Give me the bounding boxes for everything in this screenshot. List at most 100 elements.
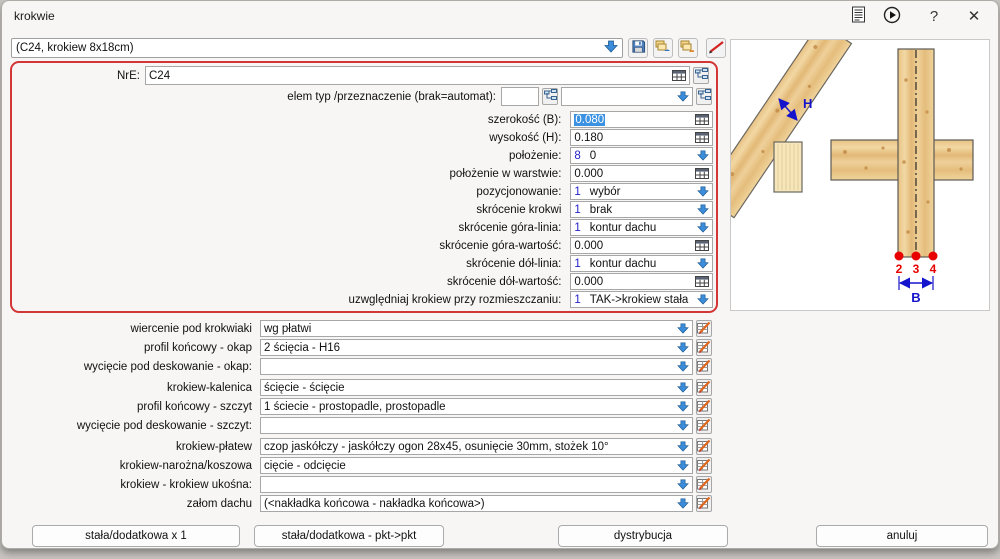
kalenica-combo[interactable]: ścięcie - ścięcie: [260, 379, 693, 396]
wyciecie-okap-combo[interactable]: [260, 358, 693, 375]
row-wyciecie-okap: wycięcie pod deskowanie - okap:: [10, 358, 716, 375]
uzwgledniaj-value: TAK->krokiew stała: [590, 294, 689, 306]
store-preset-button[interactable]: [678, 38, 698, 58]
close-button[interactable]: ✕: [962, 5, 986, 27]
calculator-icon[interactable]: [695, 276, 709, 287]
dropdown-arrow-icon[interactable]: [697, 222, 709, 233]
field-label: profil końcowy - okap: [10, 342, 257, 354]
skrocenie-gora-linia-combo[interactable]: 1 kontur dachu: [570, 219, 713, 236]
edit-grid-icon: [697, 321, 711, 337]
calculator-icon[interactable]: [695, 240, 709, 251]
fixed-additional-pkt-button[interactable]: stała/dodatkowa - pkt->pkt: [254, 525, 444, 547]
wiercenie-edit-button[interactable]: [696, 320, 712, 337]
row-wysokosc: wysokość (H): 0.180: [15, 129, 713, 146]
narozna-edit-button[interactable]: [696, 457, 712, 474]
wysokosc-input[interactable]: 0.180: [570, 129, 713, 146]
b-label: B: [911, 290, 920, 305]
dropdown-arrow-icon[interactable]: [604, 40, 618, 56]
ukosna-combo[interactable]: [260, 476, 693, 493]
dropdown-arrow-icon[interactable]: [677, 441, 689, 452]
dropdown-arrow-icon[interactable]: [697, 294, 709, 305]
skrocenie-krokwi-value: brak: [590, 204, 612, 216]
skrocenie-dol-wartosc-value: 0.000: [574, 276, 603, 288]
platew-edit-button[interactable]: [696, 438, 712, 455]
profil-okap-value: 2 ścięcia - H16: [264, 342, 340, 354]
profil-szczyt-edit-button[interactable]: [696, 398, 712, 415]
polozenie-combo[interactable]: 8 0: [570, 147, 713, 164]
profil-szczyt-combo[interactable]: 1 ściecie - prostopadle, prostopadle: [260, 398, 693, 415]
dropdown-arrow-icon[interactable]: [697, 204, 709, 215]
load-preset-button[interactable]: [653, 38, 673, 58]
rafter-parameters-box: NrE: C24 elem typ /przeznaczenie (brak=a…: [10, 61, 718, 313]
ukosna-edit-button[interactable]: [696, 476, 712, 493]
profil-okap-edit-button[interactable]: [696, 339, 712, 356]
save-icon: [631, 39, 646, 57]
nre-label: NrE:: [15, 70, 145, 82]
dropdown-arrow-icon[interactable]: [677, 401, 689, 412]
titlebar: krokwie ? ✕: [2, 1, 998, 31]
calculator-icon[interactable]: [672, 70, 686, 81]
skrocenie-dol-linia-combo[interactable]: 1 kontur dachu: [570, 255, 713, 272]
row-wiercenie: wiercenie pod krokwiaki wg płatwi: [10, 320, 716, 337]
skrocenie-gora-wartosc-input[interactable]: 0.000: [570, 237, 713, 254]
wiercenie-value: wg płatwi: [264, 323, 311, 335]
choice-number: 1: [574, 186, 580, 198]
choice-number: 8: [574, 150, 580, 162]
calculator-icon[interactable]: [695, 168, 709, 179]
zalom-edit-button[interactable]: [696, 495, 712, 512]
calculator-icon[interactable]: [695, 114, 709, 125]
distribution-button[interactable]: dystrybucja: [558, 525, 728, 547]
elem-typ-input[interactable]: [501, 87, 539, 106]
wyciecie-szczyt-combo[interactable]: [260, 417, 693, 434]
dropdown-arrow-icon[interactable]: [697, 150, 709, 161]
skrocenie-dol-wartosc-input[interactable]: 0.000: [570, 273, 713, 290]
preset-row: (C24, krokiew 8x18cm): [11, 38, 726, 58]
help-button[interactable]: ?: [922, 5, 946, 27]
cancel-button[interactable]: anuluj: [816, 525, 988, 547]
profil-okap-combo[interactable]: 2 ścięcia - H16: [260, 339, 693, 356]
polozenie-warstwa-input[interactable]: 0.000: [570, 165, 713, 182]
elem-typ-tree-button[interactable]: [542, 88, 558, 105]
platew-value: czop jaskółczy - jaskółczy ogon 28x45, o…: [264, 441, 609, 453]
dropdown-arrow-icon[interactable]: [677, 498, 689, 509]
fixed-additional-x1-button[interactable]: stała/dodatkowa x 1: [32, 525, 240, 547]
kalenica-edit-button[interactable]: [696, 379, 712, 396]
nre-tree-button[interactable]: [693, 67, 709, 84]
wyciecie-szczyt-edit-button[interactable]: [696, 417, 712, 434]
szerokosc-input[interactable]: 0.080: [570, 111, 713, 128]
draw-button[interactable]: [706, 38, 726, 58]
platew-combo[interactable]: czop jaskółczy - jaskółczy ogon 28x45, o…: [260, 438, 693, 455]
document-list-button[interactable]: [846, 5, 870, 27]
pozycjonowanie-combo[interactable]: 1 wybór: [570, 183, 713, 200]
preset-combo[interactable]: (C24, krokiew 8x18cm): [11, 38, 623, 58]
skrocenie-krokwi-combo[interactable]: 1 brak: [570, 201, 713, 218]
dropdown-arrow-icon[interactable]: [697, 186, 709, 197]
preset-combo-value: (C24, krokiew 8x18cm): [16, 42, 604, 54]
wyciecie-okap-edit-button[interactable]: [696, 358, 712, 375]
dropdown-arrow-icon[interactable]: [677, 479, 689, 490]
dropdown-arrow-icon[interactable]: [677, 323, 689, 334]
elem-przeznaczenie-combo[interactable]: [561, 87, 693, 106]
nre-input[interactable]: C24: [145, 66, 690, 85]
elem-typ-label: elem typ /przeznaczenie (brak=automat):: [15, 91, 501, 103]
calculator-icon[interactable]: [695, 132, 709, 143]
polozenie-warstwa-value: 0.000: [574, 168, 603, 180]
elem-przeznaczenie-tree-button[interactable]: [696, 88, 712, 105]
dropdown-arrow-icon[interactable]: [677, 361, 689, 372]
row-skrocenie-dol-wartosc: skrócenie dół-wartość: 0.000: [15, 273, 713, 290]
play-button[interactable]: [880, 5, 904, 27]
dropdown-arrow-icon[interactable]: [677, 91, 689, 102]
close-icon: ✕: [968, 9, 981, 24]
save-preset-button[interactable]: [628, 38, 648, 58]
narozna-combo[interactable]: cięcie - odcięcie: [260, 457, 693, 474]
dropdown-arrow-icon[interactable]: [677, 460, 689, 471]
zalom-combo[interactable]: (<nakładka końcowa - nakładka końcowa>): [260, 495, 693, 512]
wiercenie-combo[interactable]: wg płatwi: [260, 320, 693, 337]
document-list-icon: [851, 6, 866, 26]
dropdown-arrow-icon[interactable]: [677, 342, 689, 353]
dropdown-arrow-icon[interactable]: [697, 258, 709, 269]
dialog-krokwie: krokwie ? ✕ (C24, krokiew 8x18cm): [1, 0, 999, 549]
uzwgledniaj-combo[interactable]: 1 TAK->krokiew stała: [570, 291, 713, 308]
dropdown-arrow-icon[interactable]: [677, 382, 689, 393]
dropdown-arrow-icon[interactable]: [677, 420, 689, 431]
